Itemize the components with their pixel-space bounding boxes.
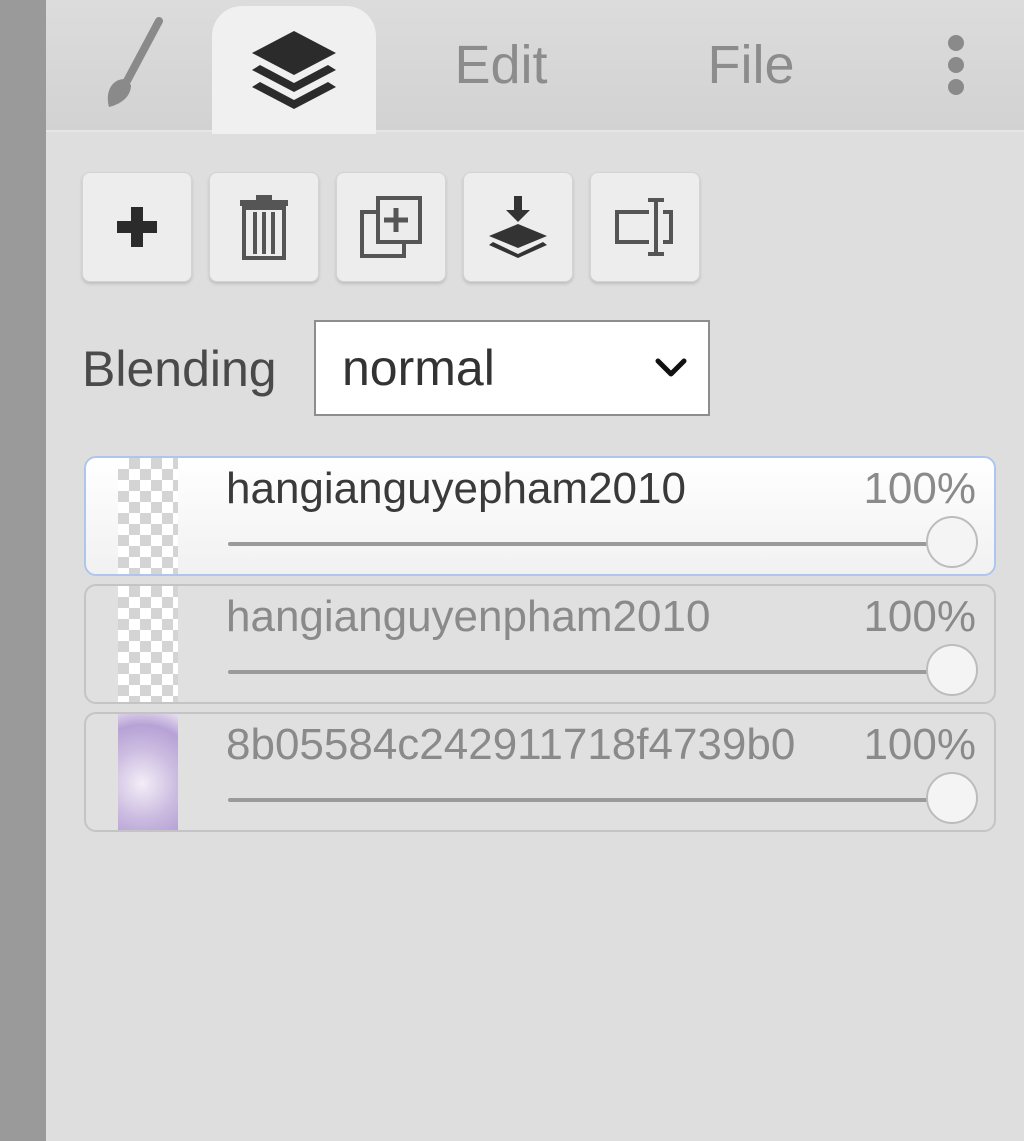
layer-name: 8b05584c242911718f4739b0 (226, 720, 796, 769)
tab-layers[interactable] (212, 6, 376, 134)
layers-icon (252, 31, 336, 109)
layer-opacity: 100% (863, 592, 976, 641)
layers-panel: Edit File Blending normal hangianguyepha… (46, 0, 1024, 1141)
tab-file-label: File (707, 35, 795, 95)
layer-name: hangianguyepham2010 (226, 464, 686, 513)
brush-icon (107, 17, 163, 107)
trash-icon (240, 195, 288, 260)
layer-toolbar (82, 172, 700, 282)
more-menu-button[interactable] (926, 0, 986, 130)
layer-opacity: 100% (863, 464, 976, 513)
blending-mode-value: normal (342, 340, 495, 396)
canvas-edge (0, 0, 46, 1141)
layer-item[interactable]: hangianguyenpham2010 100% (84, 584, 996, 704)
duplicate-layer-icon (360, 196, 422, 258)
delete-layer-button[interactable] (209, 172, 319, 282)
add-layer-button[interactable] (82, 172, 192, 282)
layer-name: hangianguyenpham2010 (226, 592, 711, 641)
more-vertical-icon (948, 29, 964, 101)
opacity-slider-track[interactable] (228, 798, 958, 802)
opacity-slider-track[interactable] (228, 542, 958, 546)
tab-brush[interactable] (86, 0, 176, 130)
opacity-slider-handle[interactable] (926, 772, 978, 824)
opacity-slider-handle[interactable] (926, 644, 978, 696)
tab-bar: Edit File (46, 0, 1024, 134)
tab-file[interactable]: File (686, 0, 816, 130)
layer-thumbnail (118, 458, 178, 574)
layer-opacity: 100% (863, 720, 976, 769)
layer-thumbnail (118, 586, 178, 702)
tab-edit[interactable]: Edit (436, 0, 566, 130)
chevron-down-icon (655, 358, 687, 377)
layer-item[interactable]: hangianguyepham2010 100% (84, 456, 996, 576)
duplicate-layer-button[interactable] (336, 172, 446, 282)
rename-layer-button[interactable] (590, 172, 700, 282)
blending-mode-select[interactable]: normal (314, 320, 710, 416)
rename-layer-icon (615, 198, 673, 256)
tab-edit-label: Edit (454, 35, 548, 95)
layer-thumbnail (118, 714, 178, 830)
layer-item[interactable]: 8b05584c242911718f4739b0 100% (84, 712, 996, 832)
merge-down-button[interactable] (463, 172, 573, 282)
blending-label: Blending (82, 341, 277, 397)
add-layer-icon (117, 207, 157, 247)
opacity-slider-track[interactable] (228, 670, 958, 674)
merge-down-icon (489, 196, 547, 258)
opacity-slider-handle[interactable] (926, 516, 978, 568)
